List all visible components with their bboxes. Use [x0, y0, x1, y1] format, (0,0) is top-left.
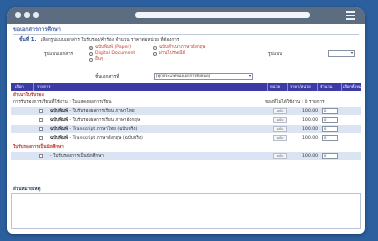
address-bar[interactable] — [135, 12, 310, 18]
table-row: ฉบับพิมพ์ - Transcript ภาษาอังกฤษ (ฉบับจ… — [11, 134, 361, 142]
table-row: ฉบับพิมพ์ - Transcript ภาษาไทย (ฉบับจริง… — [11, 125, 361, 133]
quantity-input[interactable]: 0 — [322, 108, 338, 114]
format-label: รูปแบบเอกสาร — [44, 52, 74, 57]
column-header-select-all: เลือกทั้งหมด — [343, 83, 365, 89]
subtype-label: ชั้นเอกสารที่ — [95, 75, 120, 80]
notes-textarea[interactable] — [11, 193, 361, 229]
page-title: ขอเอกสารการศึกษา — [13, 27, 61, 33]
unit-select[interactable]: ฉบับ — [273, 126, 287, 132]
column-header-select: เลือก — [15, 83, 24, 89]
quantity-input[interactable]: 0 — [322, 126, 338, 132]
browser-window: ขอเอกสารการศึกษา ขั้นที่ 1. เลือกรูปแบบเ… — [7, 7, 365, 234]
unit-select[interactable]: ฉบับ — [273, 153, 287, 159]
radio-selected-icon[interactable] — [89, 45, 93, 50]
row-checkbox[interactable] — [39, 136, 43, 140]
format-option-english-copy[interactable]: ฉบับสำเนาภาษาอังกฤษ — [153, 45, 205, 50]
price-value: 100.00 — [302, 108, 319, 114]
step-label: ขั้นที่ 1. — [19, 37, 37, 43]
unit-select[interactable]: ฉบับ — [273, 117, 287, 123]
notes-label: ส่วนหมายเหตุ — [13, 187, 41, 192]
step-description: เลือกรูปแบบเอกสาร ใบรับรอง/คำร้อง จำนวน … — [40, 38, 180, 43]
quantity-input[interactable]: 0 — [322, 153, 338, 159]
price-value: 100.00 — [302, 126, 319, 132]
row-checkbox[interactable] — [39, 109, 43, 113]
window-titlebar — [7, 7, 365, 24]
column-header-qty: จำนวน — [320, 83, 333, 89]
row-checkbox[interactable] — [39, 154, 43, 158]
window-dot-icon[interactable] — [15, 12, 21, 18]
price-value: 100.00 — [302, 117, 319, 123]
radio-icon[interactable] — [153, 45, 157, 50]
row-label: ใบรับรองการเป็นนักศึกษา — [53, 153, 104, 159]
row-checkbox[interactable] — [39, 127, 43, 131]
row-label: Transcript ภาษาอังกฤษ (ฉบับจริง) — [72, 135, 143, 141]
table-row: ฉบับพิมพ์ - ใบรับรองผลการเรียน ภาษาอังกฤ… — [11, 116, 361, 124]
radio-icon[interactable] — [89, 51, 93, 56]
window-dot-icon[interactable] — [24, 12, 30, 18]
column-header-unit: หน่วย — [270, 83, 280, 89]
radio-icon[interactable] — [153, 51, 157, 56]
quantity-input[interactable]: 0 — [322, 135, 338, 141]
price-value: 100.00 — [302, 153, 319, 159]
chevron-down-icon: ▾ — [248, 73, 251, 78]
subtype-select[interactable]: [ทุกประเภทของเอกสารทั้งหมด] ▾ — [154, 73, 253, 80]
hamburger-menu-icon[interactable] — [346, 11, 355, 20]
window-dot-icon[interactable] — [33, 12, 39, 18]
format-option-other[interactable]: อื่นๆ — [89, 57, 103, 62]
row-checkbox[interactable] — [39, 118, 43, 122]
step-instruction: ขั้นที่ 1. เลือกรูปแบบเอกสาร ใบรับรอง/คำ… — [19, 37, 180, 44]
type-select[interactable]: ▾ — [328, 50, 355, 57]
section-title: สำเนาใบรับรอง — [13, 93, 44, 98]
page-content: ขอเอกสารการศึกษา ขั้นที่ 1. เลือกรูปแบบเ… — [7, 24, 365, 234]
unit-select[interactable]: ฉบับ — [273, 135, 287, 141]
row-label: ใบรับรองผลการเรียน ภาษาอังกฤษ — [72, 117, 141, 123]
column-header-item: รายการ — [37, 83, 51, 89]
row-label: Transcript ภาษาไทย (ฉบับจริง) — [72, 126, 138, 132]
table-header: เลือก รายการ หน่วย ราคา/หน่วย จำนวน เลือ… — [11, 83, 365, 91]
format-option-post[interactable]: ผ่านไปรษณีย์ — [153, 51, 185, 56]
divider — [13, 34, 359, 35]
radio-icon[interactable] — [89, 57, 93, 62]
format-option-digital[interactable]: Digital Document — [89, 51, 135, 56]
quantity-input[interactable]: 0 — [322, 117, 338, 123]
price-value: 100.00 — [302, 135, 319, 141]
unit-select[interactable]: ฉบับ — [273, 108, 287, 114]
table-row: ฉบับพิมพ์ - ใบรับรองผลการเรียน ภาษาไทย ฉ… — [11, 107, 361, 115]
table-row: - ใบรับรองการเป็นนักศึกษา ฉบับ 100.00 0 — [11, 152, 361, 160]
section-subtitle: การรับรองการเรียนที่ใช้งาน : ใบแสดงผลการ… — [13, 100, 112, 105]
chevron-down-icon: ▾ — [350, 50, 353, 55]
row-label: ใบรับรองผลการเรียน ภาษาไทย — [72, 108, 135, 114]
section-note: ของที่ไม่ได้ใช้งาน : 0 รายการ — [265, 100, 325, 105]
type-label: รูปแบบ — [268, 52, 283, 57]
format-option-paper[interactable]: ฉบับพิมพ์ (Paper) — [89, 45, 131, 50]
subtype-select-value: [ทุกประเภทของเอกสารทั้งหมด] — [156, 73, 211, 78]
section-title: ใบรับรองการเป็นนักศึกษา — [13, 145, 64, 150]
column-header-price: ราคา/หน่วย — [290, 83, 311, 89]
